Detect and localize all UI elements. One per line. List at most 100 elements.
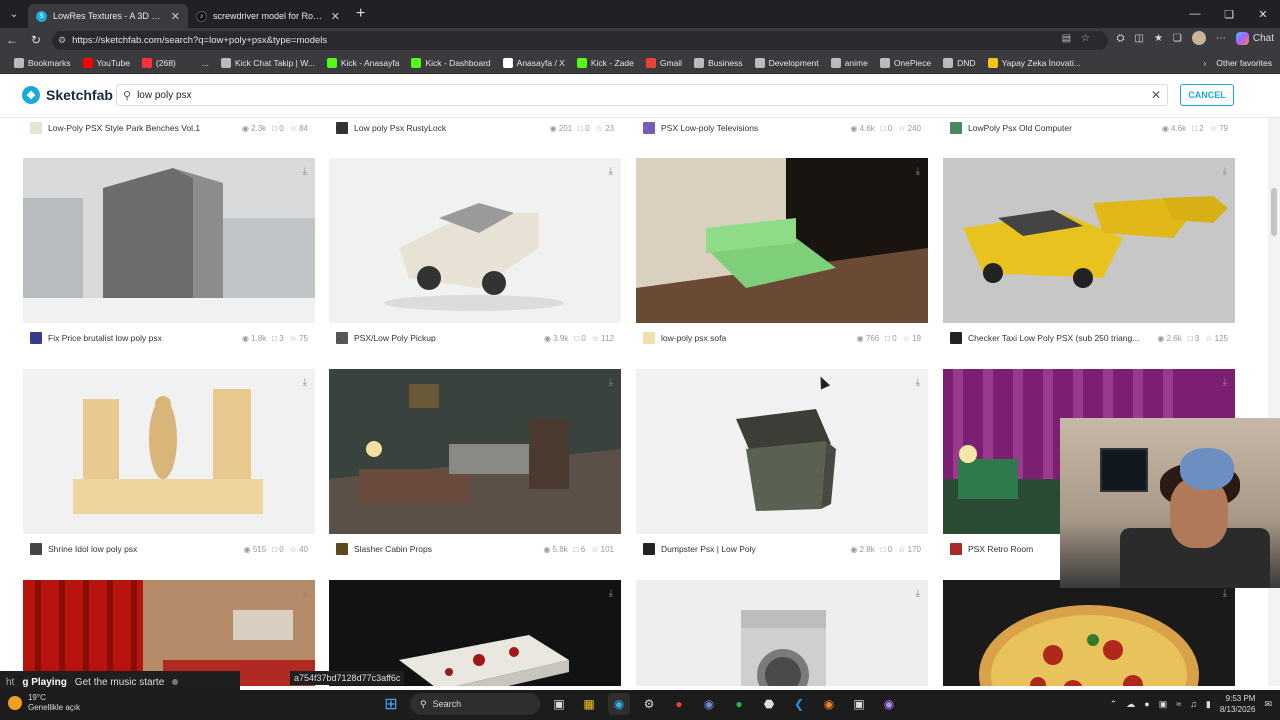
- download-icon[interactable]: ⤓: [1223, 166, 1227, 177]
- bookmark-item[interactable]: Anasayfa / X: [497, 57, 571, 68]
- site-info-icon[interactable]: ⚙: [58, 35, 66, 46]
- discord-icon[interactable]: ◉: [698, 693, 720, 715]
- more-menu-icon[interactable]: ⋯: [1216, 33, 1226, 44]
- page-scrollbar[interactable]: [1268, 118, 1280, 686]
- clock[interactable]: 9:53 PM 8/13/2026: [1220, 693, 1256, 715]
- model-title-link[interactable]: Shrine Idol low poly psx: [48, 544, 238, 554]
- wifi-icon[interactable]: ≈: [1176, 699, 1181, 709]
- author-avatar[interactable]: [950, 122, 962, 134]
- reader-mode-icon[interactable]: ▤: [1062, 33, 1071, 44]
- cloud-icon[interactable]: ☁: [1126, 699, 1135, 710]
- bookmark-item[interactable]: Kick - Dashboard: [405, 57, 496, 68]
- model-title-link[interactable]: low-poly psx sofa: [661, 333, 851, 343]
- bookmark-item[interactable]: Yapay Zeka İnovati...: [982, 57, 1087, 68]
- model-title-link[interactable]: PSX Low-poly Televisions: [661, 123, 844, 133]
- model-title-link[interactable]: Low poly Psx RustyLock: [354, 123, 544, 133]
- bookmark-item[interactable]: ...: [182, 57, 215, 68]
- bookmark-item[interactable]: Bookmarks: [8, 57, 77, 68]
- taskbar-search[interactable]: ⚲ Search: [410, 693, 540, 715]
- bookmark-item[interactable]: DND: [937, 57, 981, 68]
- close-window-icon[interactable]: ✕: [1246, 0, 1280, 28]
- bookmark-item[interactable]: OnePiece: [874, 57, 937, 68]
- sketchfab-logo[interactable]: ❖ Sketchfab: [22, 86, 113, 104]
- tab-list-button[interactable]: ⌄: [0, 0, 28, 28]
- download-icon[interactable]: ⤓: [609, 377, 613, 388]
- bookmark-item[interactable]: Gmail: [640, 57, 688, 68]
- copilot-button[interactable]: Chat: [1235, 31, 1274, 45]
- favorites-icon[interactable]: ★: [1154, 33, 1163, 44]
- author-avatar[interactable]: [643, 122, 655, 134]
- other-favorites[interactable]: Other favorites: [1216, 58, 1272, 68]
- author-avatar[interactable]: [643, 332, 655, 344]
- url-field[interactable]: ⚙ https://sketchfab.com/search?q=low+pol…: [52, 31, 1108, 50]
- scrollbar-thumb[interactable]: [1271, 188, 1277, 236]
- close-icon[interactable]: ✕: [171, 10, 180, 23]
- download-icon[interactable]: ⤓: [1223, 377, 1227, 388]
- unity-icon[interactable]: ⬣: [758, 693, 780, 715]
- display-icon[interactable]: ▣: [1159, 699, 1168, 710]
- model-thumbnail[interactable]: ⤓: [636, 158, 928, 323]
- download-icon[interactable]: ⤓: [1223, 588, 1227, 599]
- author-avatar[interactable]: [950, 332, 962, 344]
- model-title-link[interactable]: Low-Poly PSX Style Park Benches Vol.1: [48, 123, 236, 133]
- bookmark-item[interactable]: Business: [688, 57, 749, 68]
- model-title-link[interactable]: Slasher Cabin Props: [354, 544, 537, 554]
- bookmark-item[interactable]: YouTube: [77, 57, 136, 68]
- microphone-icon[interactable]: ●: [1144, 699, 1149, 709]
- profile-avatar[interactable]: [1191, 31, 1206, 45]
- refresh-icon[interactable]: ↻: [24, 28, 48, 52]
- author-avatar[interactable]: [950, 543, 962, 555]
- model-thumbnail[interactable]: ⤓: [23, 158, 315, 323]
- windows-start-icon[interactable]: ⊞: [380, 693, 402, 715]
- model-title-link[interactable]: LowPoly Psx Old Computer: [968, 123, 1156, 133]
- bookmark-item[interactable]: Kick - Zade: [571, 57, 640, 68]
- blender-icon[interactable]: ◉: [818, 693, 840, 715]
- minimize-icon[interactable]: —: [1178, 0, 1212, 28]
- model-thumbnail[interactable]: ⤓: [329, 158, 621, 323]
- steam-icon[interactable]: ⚙: [638, 693, 660, 715]
- model-title-link[interactable]: Fix Price brutalist low poly psx: [48, 333, 236, 343]
- author-avatar[interactable]: [30, 543, 42, 555]
- download-icon[interactable]: ⤓: [609, 588, 613, 599]
- task-view-icon[interactable]: ▣: [548, 693, 570, 715]
- model-title-link[interactable]: Checker Taxi Low Poly PSX (sub 250 trian…: [968, 333, 1151, 343]
- tray-chevron-icon[interactable]: ⌃: [1110, 699, 1118, 710]
- edge-icon[interactable]: ◉: [608, 693, 630, 715]
- model-thumbnail[interactable]: ⤓: [636, 580, 928, 686]
- favorite-star-icon[interactable]: ☆: [1081, 33, 1090, 44]
- author-avatar[interactable]: [336, 543, 348, 555]
- chevron-right-icon[interactable]: ›: [1203, 58, 1206, 68]
- notifications-icon[interactable]: ✉: [1264, 699, 1272, 710]
- model-title-link[interactable]: PSX/Low Poly Pickup: [354, 333, 538, 343]
- tab-screwdriver[interactable]: ♪ screwdriver model for Roblox: first ✕: [188, 4, 348, 28]
- model-thumbnail[interactable]: ⤓: [23, 369, 315, 534]
- bookmark-item[interactable]: Development: [749, 57, 825, 68]
- extensions-icon[interactable]: ⛭: [1116, 33, 1124, 44]
- model-thumbnail[interactable]: ⤓: [943, 580, 1235, 686]
- split-screen-icon[interactable]: ◫: [1134, 33, 1143, 44]
- bookmark-item[interactable]: Kick Chat Takip | W...: [215, 57, 321, 68]
- author-avatar[interactable]: [30, 122, 42, 134]
- bookmark-item[interactable]: (268): [136, 57, 182, 68]
- bookmark-item[interactable]: anime: [825, 57, 874, 68]
- search-input[interactable]: [137, 89, 1167, 101]
- battery-icon[interactable]: ▮: [1206, 699, 1211, 710]
- new-tab-button[interactable]: +: [356, 5, 365, 23]
- restore-icon[interactable]: ❏: [1212, 0, 1246, 28]
- model-thumbnail[interactable]: ⤓: [329, 369, 621, 534]
- author-avatar[interactable]: [643, 543, 655, 555]
- download-icon[interactable]: ⤓: [609, 166, 613, 177]
- cancel-button[interactable]: CANCEL: [1180, 84, 1234, 106]
- chrome-icon[interactable]: ●: [668, 693, 690, 715]
- download-icon[interactable]: ⤓: [303, 166, 307, 177]
- model-thumbnail[interactable]: ⤓: [943, 158, 1235, 323]
- vscode-icon[interactable]: ❮: [788, 693, 810, 715]
- model-title-link[interactable]: Dumpster Psx | Low Poly: [661, 544, 844, 554]
- github-icon[interactable]: ◉: [878, 693, 900, 715]
- download-icon[interactable]: ⤓: [303, 588, 307, 599]
- bookmark-item[interactable]: Kick - Anasayfa: [321, 57, 406, 68]
- close-icon[interactable]: ✕: [331, 10, 340, 23]
- author-avatar[interactable]: [336, 122, 348, 134]
- app-icon[interactable]: ▣: [848, 693, 870, 715]
- download-icon[interactable]: ⤓: [916, 377, 920, 388]
